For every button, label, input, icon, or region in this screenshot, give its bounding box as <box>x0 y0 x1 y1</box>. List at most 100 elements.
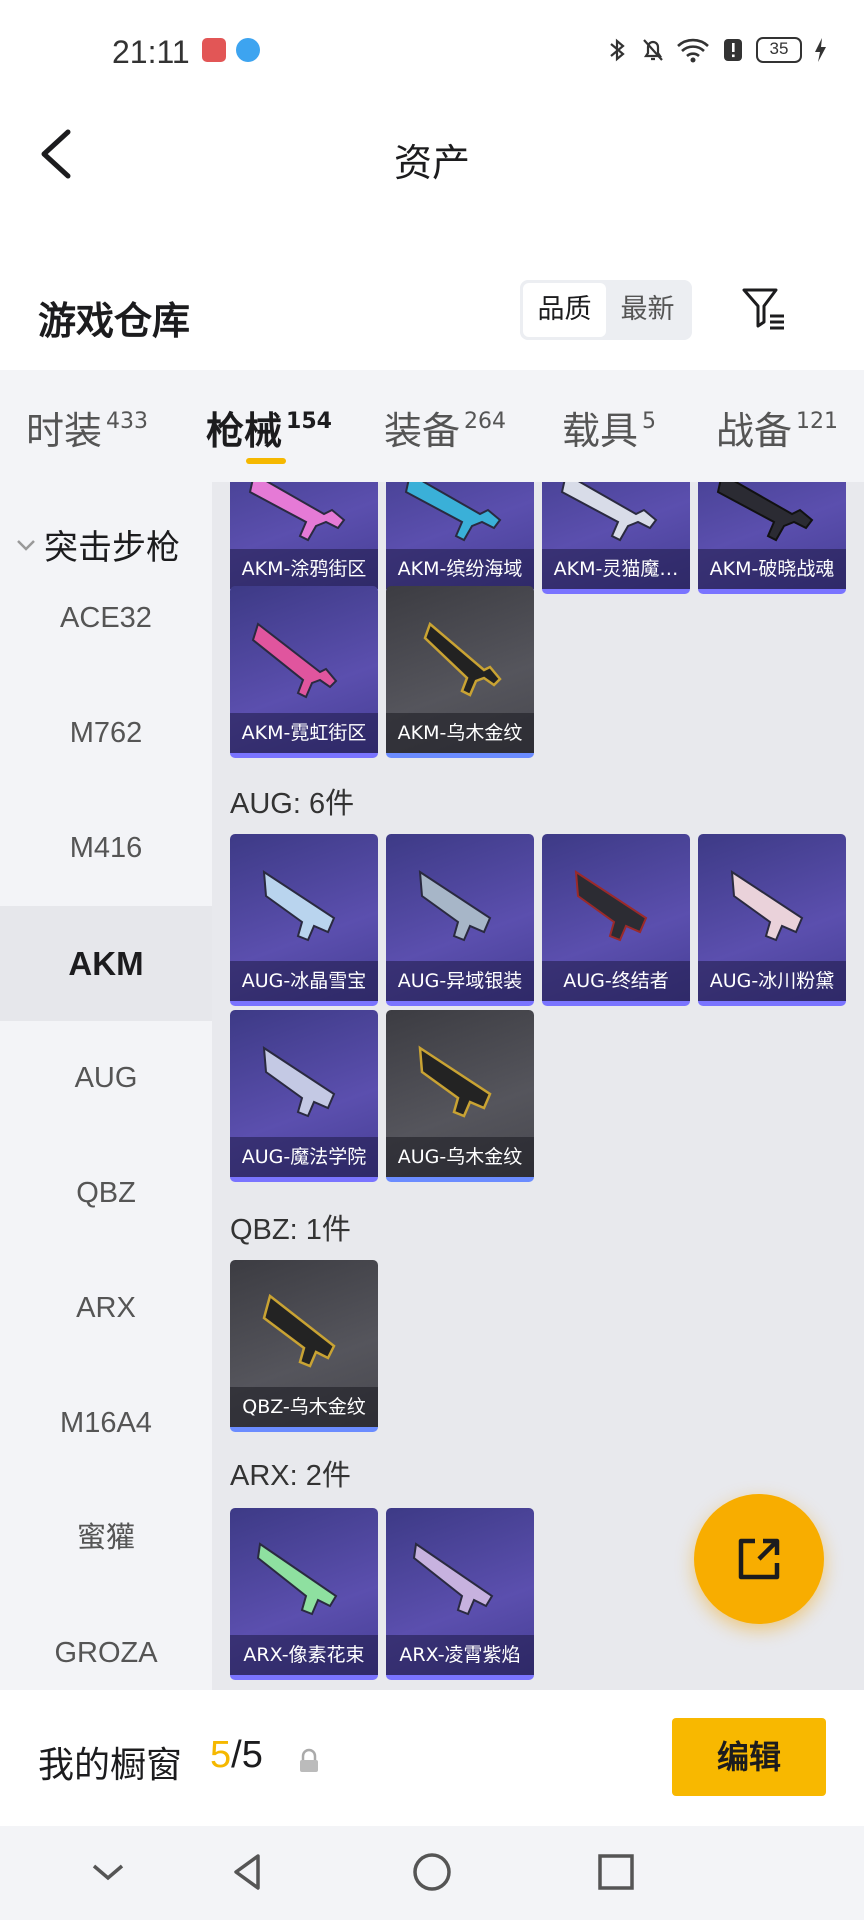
tab-count: 433 <box>106 409 149 434</box>
weapon-sidebar: 突击步枪 ACE32 M762 M416 AKM AUG QBZ ARX M16… <box>0 482 212 1690</box>
rifle-icon <box>423 621 502 697</box>
tab-label: 载具 <box>562 409 639 453</box>
skin-card-label: AUG-乌木金纹 <box>386 1137 534 1177</box>
tab-fashion[interactable]: 时装 433 <box>26 400 148 455</box>
edit-button[interactable]: 编辑 <box>672 1718 826 1796</box>
rifle-icon <box>560 482 658 542</box>
skin-card[interactable]: AUG-冰川粉黛 <box>698 834 846 1006</box>
rifle-icon <box>418 870 492 942</box>
sidebar-item-honey-badger[interactable]: 蜜獾 <box>0 1481 212 1596</box>
sidebar-item-aug[interactable]: AUG <box>0 1021 212 1136</box>
tab-equipment[interactable]: 装备 264 <box>384 400 506 455</box>
lock-icon <box>300 1748 318 1772</box>
wifi-icon <box>677 38 709 63</box>
skin-card[interactable]: ARX-凌霄紫焰 <box>386 1508 534 1680</box>
page-title: 资产 <box>393 141 470 185</box>
sidebar-item-qbz[interactable]: QBZ <box>0 1136 212 1251</box>
battery-indicator: 35 <box>756 37 802 63</box>
skin-card[interactable]: AKM-破晓战魂 <box>698 482 846 594</box>
skin-card[interactable]: AKM-涂鸦街区 <box>230 482 378 594</box>
rifle-icon <box>262 870 336 942</box>
skin-card[interactable]: AKM-缤纷海域 <box>386 482 534 594</box>
active-tab-indicator <box>246 458 286 464</box>
status-time: 21:11 <box>112 34 190 70</box>
skin-card[interactable]: AKM-乌木金纹 <box>386 586 534 758</box>
nav-recents-icon[interactable] <box>592 1848 640 1896</box>
rifle-icon <box>248 482 346 542</box>
tab-count: 154 <box>286 409 332 434</box>
rifle-icon <box>256 1542 338 1616</box>
tab-label: 装备 <box>384 409 461 453</box>
rifle-icon <box>716 482 814 542</box>
skin-card[interactable]: AUG-终结者 <box>542 834 690 1006</box>
tab-label: 时装 <box>26 409 103 453</box>
skin-card-label: QBZ-乌木金纹 <box>230 1387 378 1427</box>
share-fab-button[interactable] <box>694 1494 824 1624</box>
sidebar-item-m416[interactable]: M416 <box>0 791 212 906</box>
skin-card[interactable]: QBZ-乌木金纹 <box>230 1260 378 1432</box>
bluetooth-icon <box>610 38 625 62</box>
sort-quality-button[interactable]: 品质 <box>523 283 606 337</box>
skin-card[interactable]: AUG-魔法学院 <box>230 1010 378 1182</box>
rifle-icon <box>418 1045 492 1118</box>
category-tabs: 时装 433 枪械 154 装备 264 载具 5 战备 121 <box>0 370 864 482</box>
showcase-current: 5 <box>210 1734 232 1776</box>
rifle-icon <box>730 870 804 942</box>
showcase-count: 5/5 <box>210 1734 263 1777</box>
skin-card[interactable]: AKM-灵猫魔… <box>542 482 690 594</box>
sort-toggle: 品质 最新 <box>520 280 692 340</box>
filter-icon[interactable] <box>740 284 788 332</box>
sidebar-item-akm[interactable]: AKM <box>0 906 212 1021</box>
tab-combat-supplies[interactable]: 战备 121 <box>716 400 838 455</box>
nav-home-icon[interactable] <box>408 1848 456 1896</box>
skin-card-label: ARX-像素花束 <box>230 1635 378 1675</box>
sidebar-item-groza[interactable]: GROZA <box>0 1596 212 1690</box>
skin-card-label: AUG-魔法学院 <box>230 1137 378 1177</box>
rifle-icon <box>404 482 502 542</box>
status-bar: 21:11 35 <box>0 0 864 100</box>
skin-card-label: AKM-乌木金纹 <box>386 713 534 753</box>
skin-card[interactable]: AUG-冰晶雪宝 <box>230 834 378 1006</box>
showcase-bar: 我的橱窗 5/5 编辑 <box>0 1690 864 1826</box>
warehouse-title: 游戏仓库 <box>38 299 191 343</box>
tab-label: 枪械 <box>206 409 283 453</box>
nav-back-icon[interactable] <box>224 1848 272 1896</box>
rifle-icon <box>574 870 648 942</box>
tab-count: 264 <box>464 409 507 434</box>
skin-card[interactable]: AUG-异域银装 <box>386 834 534 1006</box>
section-heading-arx: ARX: 2件 <box>230 1460 351 1492</box>
sort-newest-button[interactable]: 最新 <box>606 283 689 337</box>
skin-card[interactable]: ARX-像素花束 <box>230 1508 378 1680</box>
sidebar-item-m762[interactable]: M762 <box>0 676 212 791</box>
skin-card-label: AUG-冰川粉黛 <box>698 961 846 1001</box>
rifle-icon <box>412 1542 494 1616</box>
skin-card[interactable]: AKM-霓虹街区 <box>230 586 378 758</box>
showcase-label: 我的橱窗 <box>38 1745 183 1786</box>
skin-card-label: AUG-异域银装 <box>386 961 534 1001</box>
sidebar-item-arx[interactable]: ARX <box>0 1251 212 1366</box>
chevron-down-icon[interactable] <box>84 1848 132 1896</box>
system-nav-bar <box>0 1826 864 1920</box>
notification-app-icon <box>202 38 226 62</box>
sidebar-item-ace32[interactable]: ACE32 <box>0 561 212 676</box>
rifle-icon <box>251 622 338 699</box>
showcase-total: /5 <box>231 1734 263 1776</box>
tab-label: 战备 <box>716 409 793 453</box>
alert-icon <box>724 39 742 61</box>
warehouse-header: 游戏仓库 品质 最新 <box>0 270 864 370</box>
section-heading-aug: AUG: 6件 <box>230 788 355 820</box>
skin-card-label: AUG-终结者 <box>542 961 690 1001</box>
mute-bell-icon <box>643 39 663 61</box>
skin-card[interactable]: AUG-乌木金纹 <box>386 1010 534 1182</box>
sidebar-item-m16a4[interactable]: M16A4 <box>0 1366 212 1481</box>
share-external-icon <box>738 1538 780 1580</box>
rifle-icon <box>262 1293 336 1368</box>
skin-card-label: AKM-霓虹街区 <box>230 713 378 753</box>
skin-card-label: AKM-缤纷海域 <box>386 549 534 589</box>
chevron-down-icon <box>17 539 35 551</box>
tab-vehicles[interactable]: 载具 5 <box>562 400 656 455</box>
tab-firearms[interactable]: 枪械 154 <box>206 400 332 455</box>
skin-card-label: AUG-冰晶雪宝 <box>230 961 378 1001</box>
section-heading-qbz: QBZ: 1件 <box>230 1214 351 1246</box>
tab-count: 5 <box>642 409 657 434</box>
